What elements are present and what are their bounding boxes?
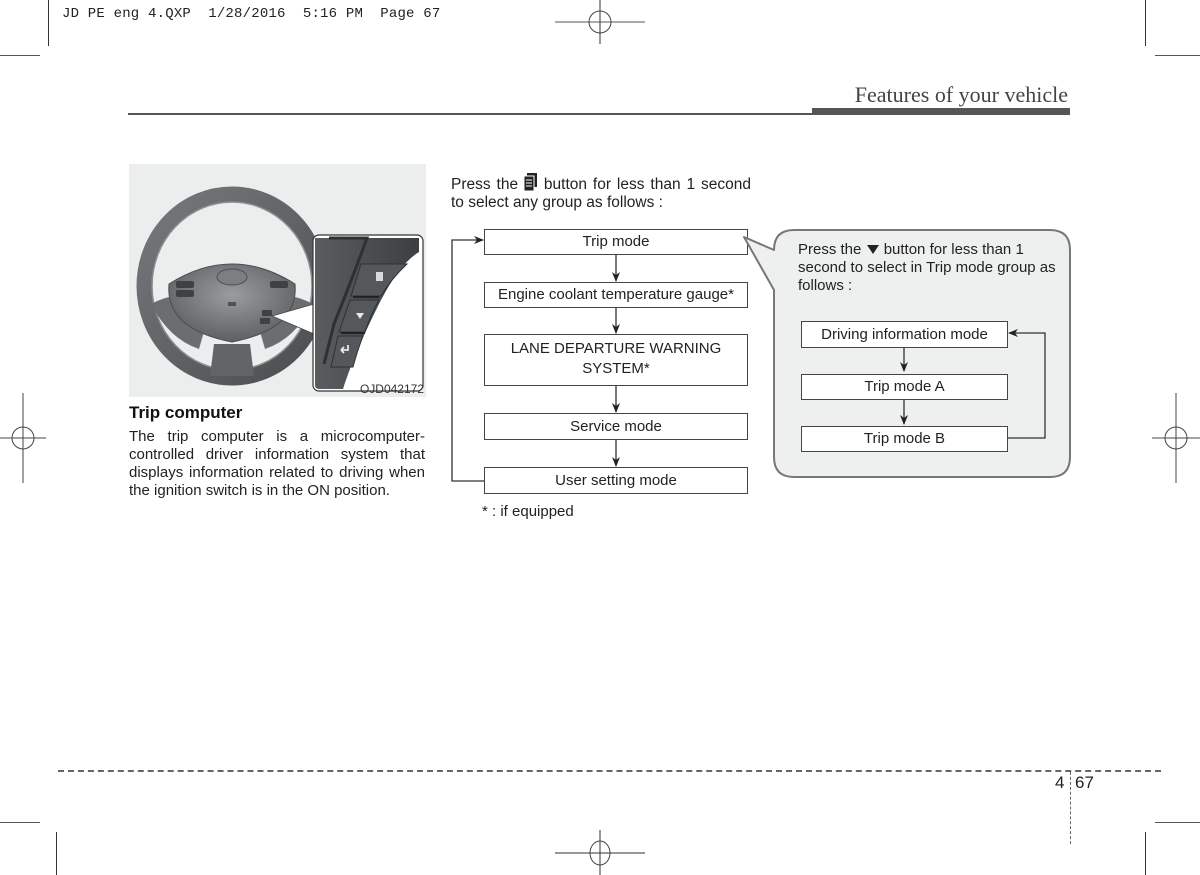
down-triangle-button-icon [866, 242, 880, 254]
sub-flow-step-driving-info: Driving information mode [801, 321, 1008, 348]
sub-flow-step-trip-b: Trip mode B [801, 426, 1008, 452]
header-rule [128, 113, 813, 115]
mode-button-icon [523, 173, 538, 192]
print-slug: JD PE eng 4.QXP 1/28/2016 5:16 PM Page 6… [62, 6, 441, 22]
registration-mark-icon [1152, 393, 1200, 483]
page-number: 67 [1075, 773, 1094, 792]
steering-wheel-illustration [136, 186, 424, 392]
chapter-number: 4 [1055, 773, 1065, 792]
crop-mark [48, 0, 49, 46]
figure-code: OJD042172 [359, 382, 424, 396]
crop-mark [0, 55, 40, 56]
sub-flow-step-trip-a: Trip mode A [801, 374, 1008, 400]
mode-icon [376, 272, 383, 281]
footnote: * : if equipped [482, 503, 574, 520]
trip-computer-description: The trip computer is a microcomputer-con… [129, 428, 425, 499]
sub-flow-intro: Press the button for less than 1 second … [798, 241, 1060, 295]
main-flow-connectors [451, 236, 620, 482]
header-rule-bar [812, 108, 1070, 115]
footer-rule [58, 770, 1161, 772]
registration-mark-icon [0, 393, 46, 483]
crop-mark [0, 822, 40, 823]
steering-wheel-figure: OJD042172 [129, 164, 426, 397]
registration-mark-icon [555, 830, 645, 875]
loop-back-arrow [451, 236, 484, 482]
trip-computer-heading: Trip computer [129, 403, 243, 422]
section-title: Features of your vehicle [854, 82, 1068, 107]
crop-mark [1155, 55, 1200, 56]
page-number-separator [1070, 772, 1071, 844]
crop-mark [1145, 0, 1146, 46]
sub-intro-text-before: Press the [798, 241, 866, 258]
main-flow-intro: Press the button for less than 1 second … [451, 173, 751, 212]
registration-mark-icon [555, 0, 645, 45]
intro-text-before: Press the [451, 176, 524, 193]
crop-mark [56, 832, 57, 875]
crop-mark [1145, 832, 1146, 875]
crop-mark [1155, 822, 1200, 823]
